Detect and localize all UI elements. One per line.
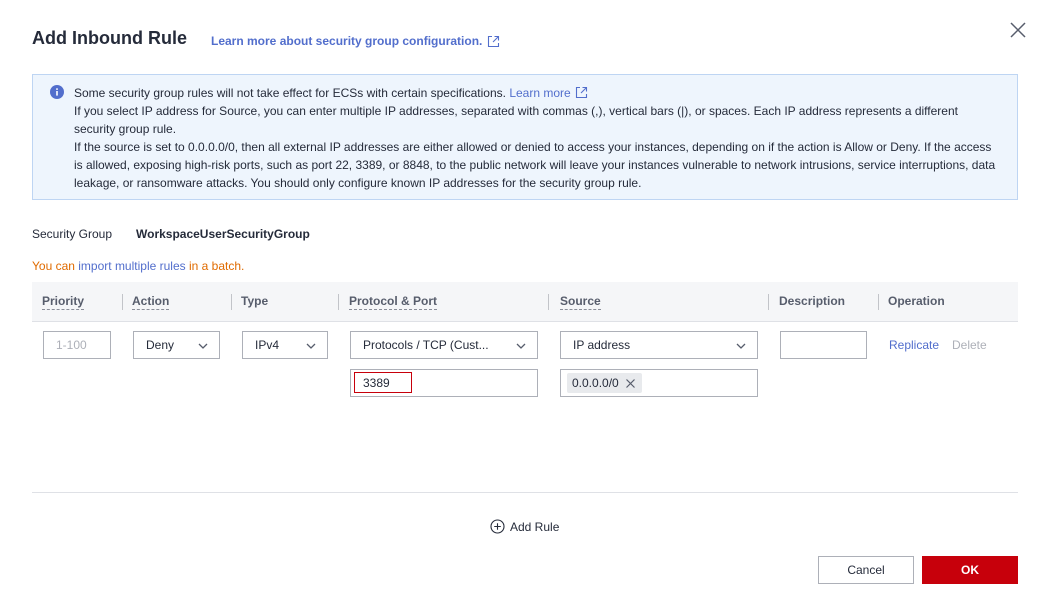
add-rule-label: Add Rule: [510, 519, 560, 534]
type-select[interactable]: IPv4: [242, 331, 328, 359]
close-icon[interactable]: [1008, 20, 1028, 40]
action-value: Deny: [146, 338, 175, 352]
remove-tag-icon[interactable]: [625, 378, 636, 389]
notice-line-2: If you select IP address for Source, you…: [74, 104, 958, 136]
port-value: 3389: [363, 376, 390, 390]
source-type-select[interactable]: IP address: [560, 331, 758, 359]
chevron-down-icon: [306, 343, 316, 349]
type-value: IPv4: [255, 338, 280, 352]
header-operation-label: Operation: [888, 294, 945, 308]
source-type-value: IP address: [573, 338, 631, 352]
header-action-label: Action: [132, 294, 170, 310]
description-input[interactable]: [780, 331, 867, 359]
notice-line-1-text: Some security group rules will not take …: [74, 86, 510, 100]
notice-line-1: Some security group rules will not take …: [74, 84, 997, 102]
priority-placeholder: 1-100: [56, 338, 87, 352]
learn-more-security-group-link[interactable]: Learn more about security group configur…: [211, 34, 500, 48]
source-ip-input[interactable]: 0.0.0.0/0: [560, 369, 758, 397]
add-rule-button[interactable]: Add Rule: [490, 519, 559, 534]
header-description-label: Description: [779, 294, 846, 308]
delete-link: Delete: [952, 338, 987, 352]
ok-button[interactable]: OK: [922, 556, 1018, 584]
priority-input[interactable]: 1-100: [43, 331, 111, 359]
column-divider: [122, 294, 123, 310]
info-icon: [50, 85, 64, 99]
security-group-label: Security Group: [32, 227, 113, 241]
header-type-label: Type: [241, 294, 269, 308]
column-divider: [768, 294, 769, 310]
header-action: Action: [132, 294, 170, 310]
dialog-title: Add Inbound Rule: [32, 28, 187, 48]
add-circle-icon: [490, 519, 505, 534]
import-hint: You can import multiple rules in a batch…: [32, 259, 244, 273]
external-link-icon: [575, 86, 587, 99]
chevron-down-icon: [736, 343, 746, 349]
learn-more-link-text: Learn more about security group configur…: [211, 34, 483, 48]
table-divider: [32, 492, 1018, 493]
header-priority-label: Priority: [42, 294, 85, 310]
import-hint-prefix: You can: [32, 259, 79, 273]
column-divider: [338, 294, 339, 310]
chevron-down-icon: [516, 343, 526, 349]
column-divider: [548, 294, 549, 310]
security-group-value: WorkspaceUserSecurityGroup: [136, 227, 310, 241]
chevron-down-icon: [198, 343, 208, 349]
import-multiple-rules-link[interactable]: import multiple rules: [78, 259, 185, 273]
header-protocol-port: Protocol & Port: [349, 294, 438, 310]
rules-table-header: Priority Action Type Protocol & Port Sou…: [32, 282, 1018, 322]
security-notice: Some security group rules will not take …: [32, 74, 1018, 200]
source-ip-tag-text: 0.0.0.0/0: [572, 376, 619, 390]
header-priority: Priority: [42, 294, 85, 310]
header-source: Source: [560, 294, 601, 310]
action-select[interactable]: Deny: [133, 331, 220, 359]
notice-learn-more-link[interactable]: Learn more: [509, 86, 570, 100]
header-source-label: Source: [560, 294, 601, 310]
cancel-button[interactable]: Cancel: [818, 556, 914, 584]
notice-line-3: If the source is set to 0.0.0.0/0, then …: [74, 140, 996, 190]
port-input[interactable]: 3389: [350, 369, 538, 397]
header-protocol-port-label: Protocol & Port: [349, 294, 438, 310]
header-operation: Operation: [888, 294, 945, 308]
import-hint-suffix: in a batch.: [185, 259, 245, 273]
protocol-value: Protocols / TCP (Cust...: [363, 338, 489, 352]
source-ip-tag: 0.0.0.0/0: [567, 373, 642, 393]
external-link-icon: [488, 35, 500, 47]
header-type: Type: [241, 294, 268, 308]
header-description: Description: [779, 294, 845, 308]
replicate-link[interactable]: Replicate: [889, 338, 939, 352]
protocol-select[interactable]: Protocols / TCP (Cust...: [350, 331, 538, 359]
column-divider: [878, 294, 879, 310]
column-divider: [231, 294, 232, 310]
